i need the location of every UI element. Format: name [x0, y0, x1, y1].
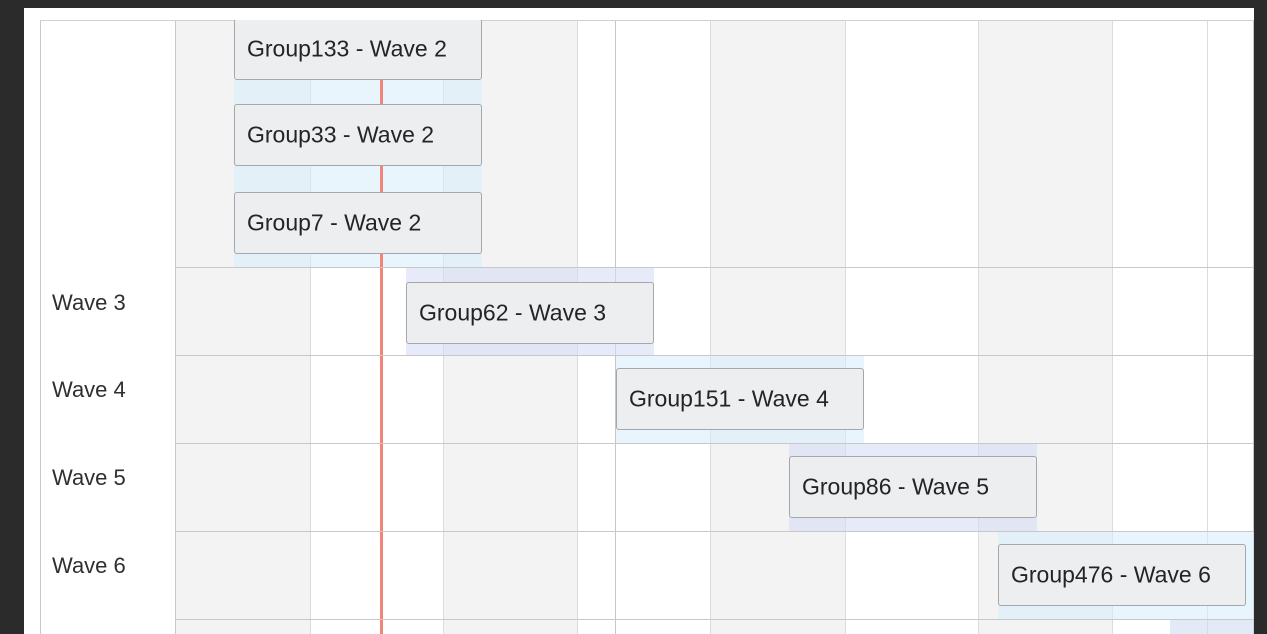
timeline-item-label: Group151 - Wave 4: [629, 385, 829, 412]
row-divider: [40, 531, 1254, 532]
timeline-item-label: Group476 - Wave 6: [1011, 561, 1211, 588]
timeline-item[interactable]: Group62 - Wave 3: [406, 282, 654, 344]
timeline-item-label: Group86 - Wave 5: [802, 473, 990, 500]
timeline-item[interactable]: Group476 - Wave 6: [998, 544, 1246, 606]
timeline-item-label: Group7 - Wave 2: [247, 209, 422, 236]
row-divider: [40, 443, 1254, 444]
timeline-panel: Wave 3 Wave 4 Wave 5 Wave 6 Group133 - W…: [24, 8, 1254, 634]
timeline-item-label: Group33 - Wave 2: [247, 121, 435, 148]
row-divider: [40, 619, 1254, 620]
grid-column: [846, 20, 979, 634]
timeline-item[interactable]: Group33 - Wave 2: [234, 104, 482, 166]
row-divider: [40, 355, 1254, 356]
timeline-item[interactable]: Group7 - Wave 2: [234, 192, 482, 254]
group-label-wave-4: Wave 4: [52, 377, 126, 402]
row-divider: [40, 267, 1254, 268]
timeline-chart[interactable]: Wave 3 Wave 4 Wave 5 Wave 6 Group133 - W…: [40, 20, 1254, 634]
grid-column: [711, 20, 846, 634]
timeline-item-label: Group62 - Wave 3: [419, 299, 607, 326]
group-label-wave-6: Wave 6: [52, 553, 126, 578]
timeline-item[interactable]: Group151 - Wave 4: [616, 368, 864, 430]
timeline-item-label: Group133 - Wave 2: [247, 35, 447, 62]
timeline-top-border: [40, 20, 1254, 21]
group-label-column: [40, 20, 176, 634]
group-label-wave-3: Wave 3: [52, 290, 126, 315]
timeline-item[interactable]: Group133 - Wave 2: [234, 20, 482, 80]
item-band: [1170, 620, 1254, 634]
timeline-item[interactable]: Group86 - Wave 5: [789, 456, 1037, 518]
group-label-wave-5: Wave 5: [52, 465, 126, 490]
